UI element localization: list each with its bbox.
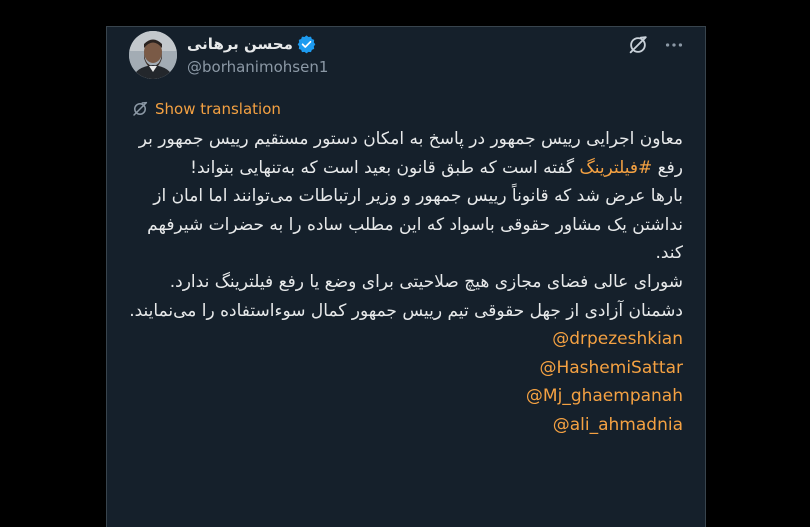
mention-link[interactable]: @ali_ahmadnia <box>123 411 683 440</box>
mention-link[interactable]: @Mj_ghaempanah <box>123 382 683 411</box>
avatar-image <box>129 31 177 79</box>
show-translation-button[interactable]: Show translation <box>131 100 281 118</box>
tweet-paragraph-1: معاون اجرایی رییس جمهور در پاسخ به امکان… <box>123 125 683 182</box>
author-name-row: محسن برهانی <box>187 33 316 55</box>
mention-link[interactable]: @HashemiSattar <box>123 354 683 383</box>
grok-icon[interactable] <box>627 34 649 56</box>
screen: محسن برهانی @borhanimohsen1 Show transla… <box>0 0 810 527</box>
tweet-paragraph-3: شورای عالی فضای مجازی هیچ صلاحیتی برای و… <box>169 271 683 292</box>
author-handle[interactable]: @borhanimohsen1 <box>187 58 328 76</box>
tweet-paragraph-2: بارها عرض شد که قانوناً رییس جمهور و وزی… <box>147 186 683 264</box>
tweet-text-segment: گفته است که طبق قانون بعید است که به‌تنه… <box>190 157 580 178</box>
translate-icon <box>133 101 148 116</box>
show-translation-label: Show translation <box>155 100 281 118</box>
tweet-paragraph-4: دشمنان آزادی از جهل حقوقی تیم رییس جمهور… <box>129 300 683 321</box>
author-display-name[interactable]: محسن برهانی <box>187 35 293 53</box>
hashtag-link[interactable]: #فیلترینگ <box>579 158 652 178</box>
more-horizontal-icon[interactable] <box>663 34 685 56</box>
mention-link[interactable]: @drpezeshkian <box>123 325 683 354</box>
tweet-text: معاون اجرایی رییس جمهور در پاسخ به امکان… <box>123 125 683 440</box>
verified-badge-icon <box>297 34 316 53</box>
avatar[interactable] <box>129 31 177 79</box>
tweet-card: محسن برهانی @borhanimohsen1 Show transla… <box>106 26 706 527</box>
